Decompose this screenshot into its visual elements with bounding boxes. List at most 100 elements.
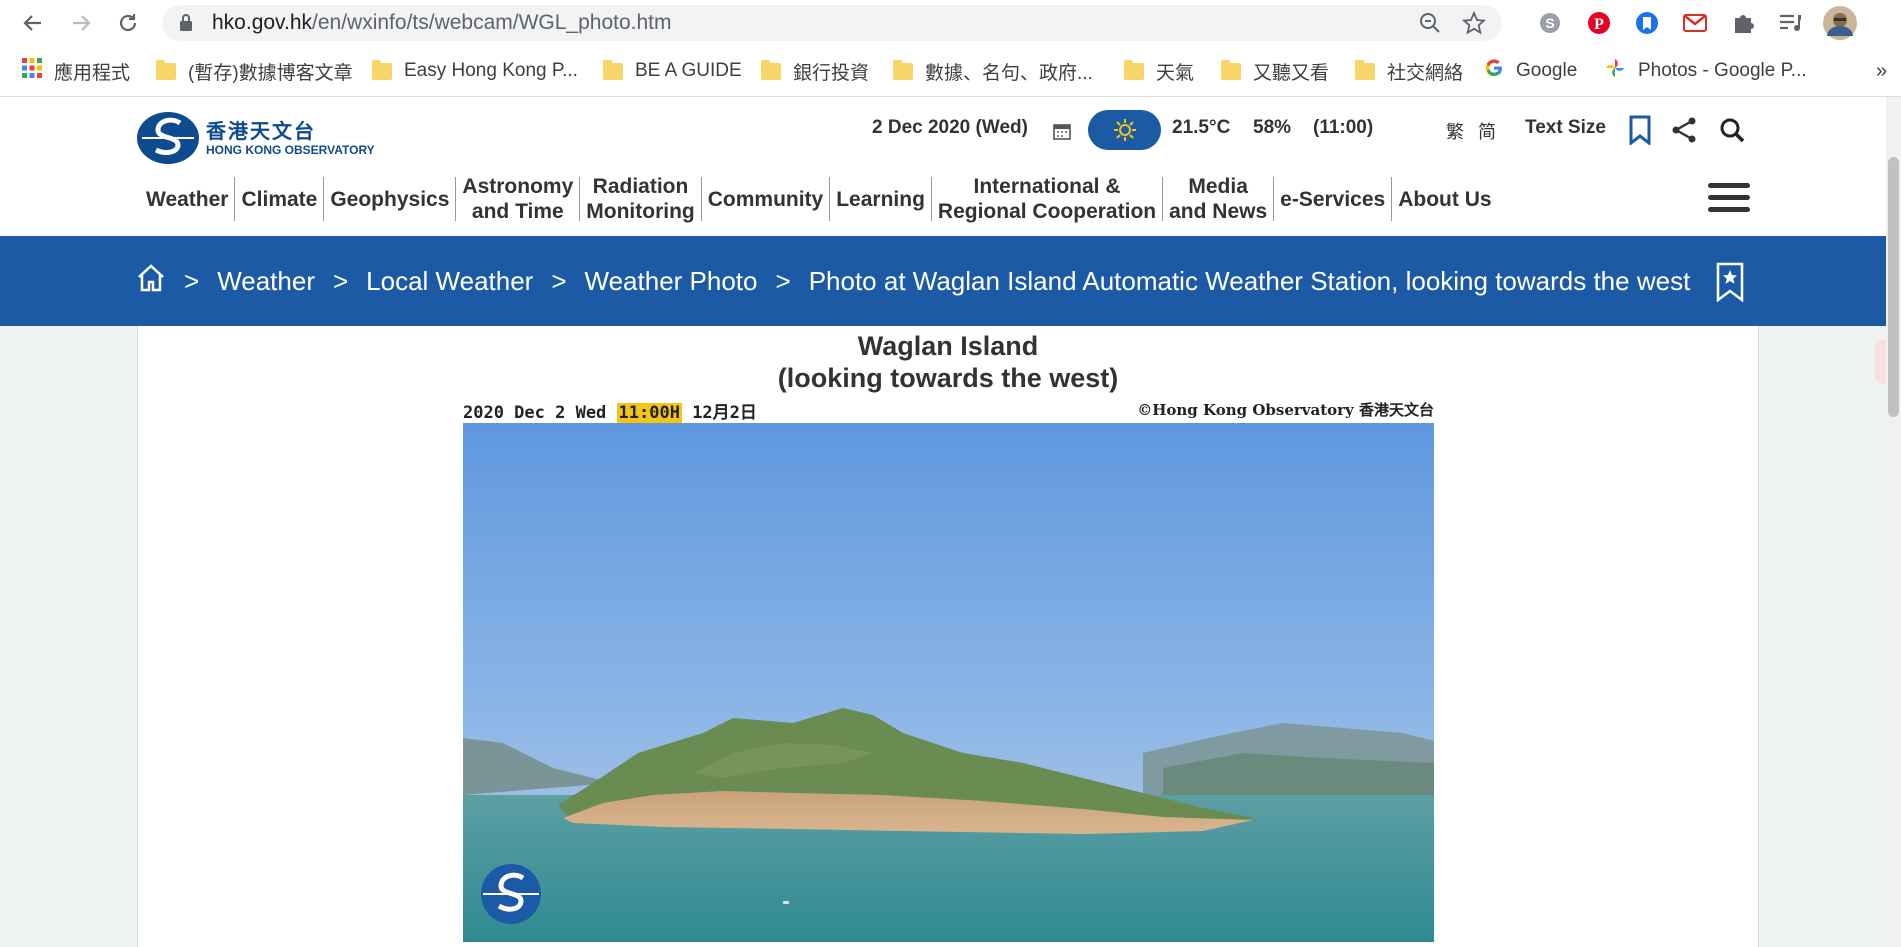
nav-community[interactable]: Community	[702, 187, 830, 212]
hko-logo[interactable]: 香港天文台 HONG KONG OBSERVATORY	[136, 111, 375, 165]
breadcrumb-separator: >	[551, 265, 567, 296]
search-icon[interactable]	[1716, 114, 1748, 146]
breadcrumb-current-page: Photo at Waglan Island Automatic Weather…	[808, 265, 1691, 296]
bookmark-folder[interactable]: 社交網絡	[1355, 46, 1463, 96]
bookmark-extension-icon[interactable]	[1632, 8, 1662, 38]
breadcrumb-separator: >	[184, 265, 200, 296]
lang-simplified-link[interactable]: 简	[1478, 118, 1496, 144]
text-size-button[interactable]: Text Size	[1525, 117, 1606, 139]
svg-text:P: P	[1594, 16, 1604, 33]
bookmark-label: 銀行投資	[793, 62, 870, 84]
folder-icon	[893, 59, 913, 80]
bookmark-folder[interactable]: 又聽又看	[1221, 46, 1329, 96]
bookmark-folder[interactable]: 天氣	[1124, 46, 1194, 96]
current-date: 2 Dec 2020 (Wed)	[872, 117, 1028, 138]
bookmark-google-photos[interactable]: Photos - Google P...	[1604, 46, 1807, 96]
gmail-icon[interactable]	[1680, 8, 1710, 38]
breadcrumb: > Weather > Local Weather > Weather Phot…	[136, 236, 1690, 326]
nav-international-cooperation[interactable]: International & Regional Cooperation	[932, 174, 1162, 224]
logo-chinese-name: 香港天文台	[206, 118, 316, 143]
back-arrow-icon[interactable]	[18, 8, 48, 38]
breadcrumb-weather[interactable]: Weather	[217, 266, 315, 297]
hamburger-menu-icon[interactable]	[1708, 183, 1750, 215]
extensions-puzzle-icon[interactable]	[1728, 8, 1758, 38]
google-icon	[1484, 58, 1504, 84]
lock-icon[interactable]	[178, 13, 202, 37]
hko-watermark-logo	[479, 862, 543, 926]
folder-icon	[1124, 59, 1144, 80]
google-photos-icon	[1604, 57, 1626, 85]
nav-geophysics[interactable]: Geophysics	[324, 187, 455, 212]
bookmark-label: 社交網絡	[1387, 62, 1464, 84]
nav-radiation-monitoring[interactable]: Radiation Monitoring	[580, 174, 700, 224]
bookmark-apps[interactable]: 應用程式	[22, 46, 130, 96]
waglan-island-photo	[463, 423, 1434, 942]
breadcrumb-separator: >	[775, 265, 791, 296]
hko-logo-icon	[137, 112, 199, 164]
profile-avatar[interactable]	[1822, 5, 1858, 41]
bookmark-folder[interactable]: BE A GUIDE	[603, 46, 742, 96]
folder-icon	[372, 59, 392, 80]
bookmark-label: 天氣	[1156, 62, 1195, 84]
bookmark-folder[interactable]: 銀行投資	[761, 46, 869, 96]
bookmark-folder[interactable]: 數據、名句、政府...	[893, 46, 1093, 96]
breadcrumb-weather-photo[interactable]: Weather Photo	[585, 266, 758, 297]
bookmark-label: BE A GUIDE	[635, 60, 742, 81]
folder-icon	[156, 59, 176, 80]
home-icon[interactable]	[136, 263, 166, 300]
folder-icon	[1355, 59, 1375, 80]
webcam-photo	[463, 423, 1434, 942]
folder-icon	[603, 59, 623, 80]
humidity-readout: 58%	[1253, 117, 1292, 138]
bookmark-label: 數據、名句、政府...	[925, 62, 1093, 84]
apps-grid-icon	[22, 58, 42, 84]
observation-time: (11:00)	[1313, 117, 1374, 138]
bookmark-google[interactable]: Google	[1484, 46, 1577, 96]
nav-astronomy-time[interactable]: Astronomy and Time	[456, 174, 579, 224]
stamp-chinese-date: 12月2日	[681, 403, 757, 423]
nav-weather[interactable]: Weather	[140, 187, 234, 212]
star-icon[interactable]	[1461, 10, 1487, 35]
bookmark-label: Photos - Google P...	[1638, 60, 1807, 81]
forward-arrow-icon[interactable]	[66, 8, 96, 38]
nav-media-news[interactable]: Media and News	[1163, 174, 1273, 224]
reload-icon[interactable]	[113, 8, 143, 38]
bookmark-label: (暫存)數據博客文章	[188, 62, 353, 84]
logo-english-name: HONG KONG OBSERVATORY	[206, 142, 375, 157]
weather-sunny-icon[interactable]	[1088, 110, 1161, 150]
camera-timestamp-bar: 2020 Dec 2 Wed 11:00H 12月2日 ©Hong Kong O…	[463, 396, 1434, 423]
page-scrollbar[interactable]	[1886, 97, 1901, 947]
nav-e-services[interactable]: e-Services	[1274, 187, 1391, 212]
skype-icon[interactable]: S	[1535, 8, 1565, 38]
bookmark-label: Easy Hong Kong P...	[404, 60, 578, 81]
breadcrumb-local-weather[interactable]: Local Weather	[366, 266, 533, 297]
site-header: 香港天文台 HONG KONG OBSERVATORY 2 Dec 2020 (…	[0, 97, 1901, 236]
bookmark-label: Google	[1516, 60, 1578, 81]
folder-icon	[1221, 59, 1241, 80]
zoom-icon[interactable]	[1418, 11, 1442, 35]
bookmark-icon[interactable]	[1624, 114, 1656, 146]
photo-title: Waglan Island (looking towards the west)	[777, 331, 1119, 393]
bookmark-label: 又聽又看	[1253, 62, 1330, 84]
browser-toolbar: hko.gov.hk/en/wxinfo/ts/webcam/WGL_photo…	[0, 0, 1901, 46]
calendar-icon[interactable]	[1052, 121, 1072, 146]
bookmark-folder[interactable]: (暫存)數據博客文章	[156, 46, 353, 96]
main-navigation: Weather Climate Geophysics Astronomy and …	[140, 169, 1498, 229]
share-icon[interactable]	[1668, 114, 1700, 146]
temperature-readout: 21.5°C	[1172, 117, 1231, 138]
more-bookmarks-chevron-icon[interactable]: »	[1876, 46, 1887, 96]
breadcrumb-bar: > Weather > Local Weather > Weather Phot…	[0, 236, 1901, 326]
lang-traditional-link[interactable]: 繁	[1446, 118, 1464, 144]
address-bar[interactable]: hko.gov.hk/en/wxinfo/ts/webcam/WGL_photo…	[162, 5, 1502, 41]
bookmark-label: 應用程式	[54, 62, 131, 84]
bookmark-folder[interactable]: Easy Hong Kong P...	[372, 46, 578, 96]
pinterest-icon[interactable]: P	[1584, 8, 1614, 38]
url-text[interactable]: hko.gov.hk/en/wxinfo/ts/webcam/WGL_photo…	[212, 5, 672, 41]
media-queue-icon[interactable]	[1775, 8, 1805, 38]
folder-icon	[761, 59, 781, 80]
scrollbar-thumb[interactable]	[1888, 157, 1899, 417]
nav-about-us[interactable]: About Us	[1392, 187, 1497, 212]
nav-learning[interactable]: Learning	[830, 187, 931, 212]
bookmark-star-icon[interactable]	[1715, 262, 1745, 307]
nav-climate[interactable]: Climate	[235, 187, 323, 212]
